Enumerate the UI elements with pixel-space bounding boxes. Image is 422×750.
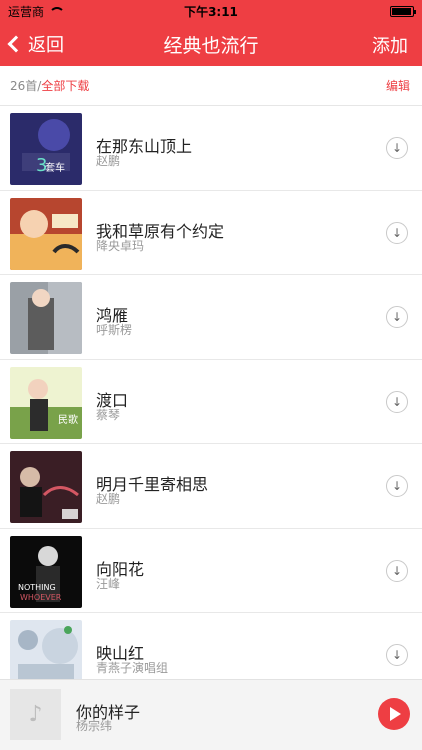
play-icon	[390, 707, 401, 721]
download-icon[interactable]: ↓	[386, 221, 408, 244]
playlist-subheader: 26首/ 全部下载 编辑	[0, 66, 422, 106]
song-row[interactable]: 我和草原有个约定 降央卓玛 ↓	[0, 191, 422, 275]
song-artist: 呼斯楞	[96, 323, 133, 337]
song-row[interactable]: 3 套车 在那东山顶上 赵鹏 ↓	[0, 106, 422, 191]
album-cover	[10, 197, 82, 270]
download-icon[interactable]: ↓	[386, 306, 408, 328]
album-cover	[10, 282, 82, 354]
song-artist: 赵鹏	[96, 154, 121, 168]
status-bar: 运营商 下午3:11	[0, 0, 422, 22]
song-artist: 降央卓玛	[96, 238, 145, 253]
svg-text:WHOEVER: WHOEVER	[20, 593, 62, 602]
song-row[interactable]: 鸿雁 呼斯楞 ↓	[0, 275, 422, 360]
edit-button[interactable]: 编辑	[386, 77, 410, 94]
now-playing-bar[interactable]: ♪ 你的样子 杨宗纬	[0, 679, 422, 750]
song-artist: 青燕子演唱组	[96, 661, 169, 675]
album-cover-art: NOTHING WHOEVER	[10, 535, 82, 608]
song-row[interactable]: 民歌 渡口 蔡琴 ↓	[0, 360, 422, 444]
download-icon[interactable]: ↓	[386, 475, 408, 497]
album-cover	[10, 620, 82, 679]
album-cover-art	[10, 282, 82, 354]
status-left: 运营商	[8, 3, 66, 20]
navigation-bar: 返回 经典也流行 添加	[0, 22, 422, 66]
song-row[interactable]: NOTHING WHOEVER 向阳花 汪峰 ↓	[0, 529, 422, 613]
album-cover-art	[10, 620, 82, 679]
album-cover: NOTHING WHOEVER	[10, 535, 82, 608]
carrier-label: 运营商	[8, 4, 45, 19]
album-cover-art	[10, 451, 82, 523]
svg-text:套车: 套车	[45, 161, 65, 174]
song-count: 26首/	[10, 79, 42, 93]
wifi-icon	[48, 6, 66, 16]
svg-text:民歌: 民歌	[58, 413, 78, 426]
song-row[interactable]: 明月千里寄相思 赵鹏 ↓	[0, 444, 422, 529]
download-icon[interactable]: ↓	[386, 390, 408, 413]
album-cover-art	[10, 197, 82, 270]
song-artist: 汪峰	[96, 576, 121, 591]
song-artist: 蔡琴	[96, 407, 121, 422]
album-cover	[10, 451, 82, 523]
album-cover: 民歌	[10, 366, 82, 439]
add-button[interactable]: 添加	[372, 32, 408, 58]
album-cover: 3 套车	[10, 113, 82, 185]
song-list[interactable]: 3 套车 在那东山顶上 赵鹏 ↓ 我和草原有个约定 降央卓玛 ↓ 鸿雁 呼斯楞 …	[0, 106, 422, 679]
page-title: 经典也流行	[163, 34, 259, 57]
download-all-button[interactable]: 全部下载	[41, 77, 89, 94]
music-note-icon: ♪	[10, 689, 61, 740]
download-icon[interactable]: ↓	[386, 559, 408, 582]
download-icon[interactable]: ↓	[386, 137, 408, 159]
song-artist: 赵鹏	[96, 492, 121, 506]
album-cover-art: 3 套车	[10, 113, 82, 185]
battery-icon	[390, 6, 416, 17]
svg-text:NOTHING: NOTHING	[18, 583, 56, 592]
song-row[interactable]: 映山红 青燕子演唱组 ↓	[0, 613, 422, 679]
play-button[interactable]	[378, 698, 410, 730]
album-cover-art: 民歌	[10, 366, 82, 439]
download-icon[interactable]: ↓	[386, 644, 408, 666]
now-playing-artist: 杨宗纬	[76, 719, 113, 733]
